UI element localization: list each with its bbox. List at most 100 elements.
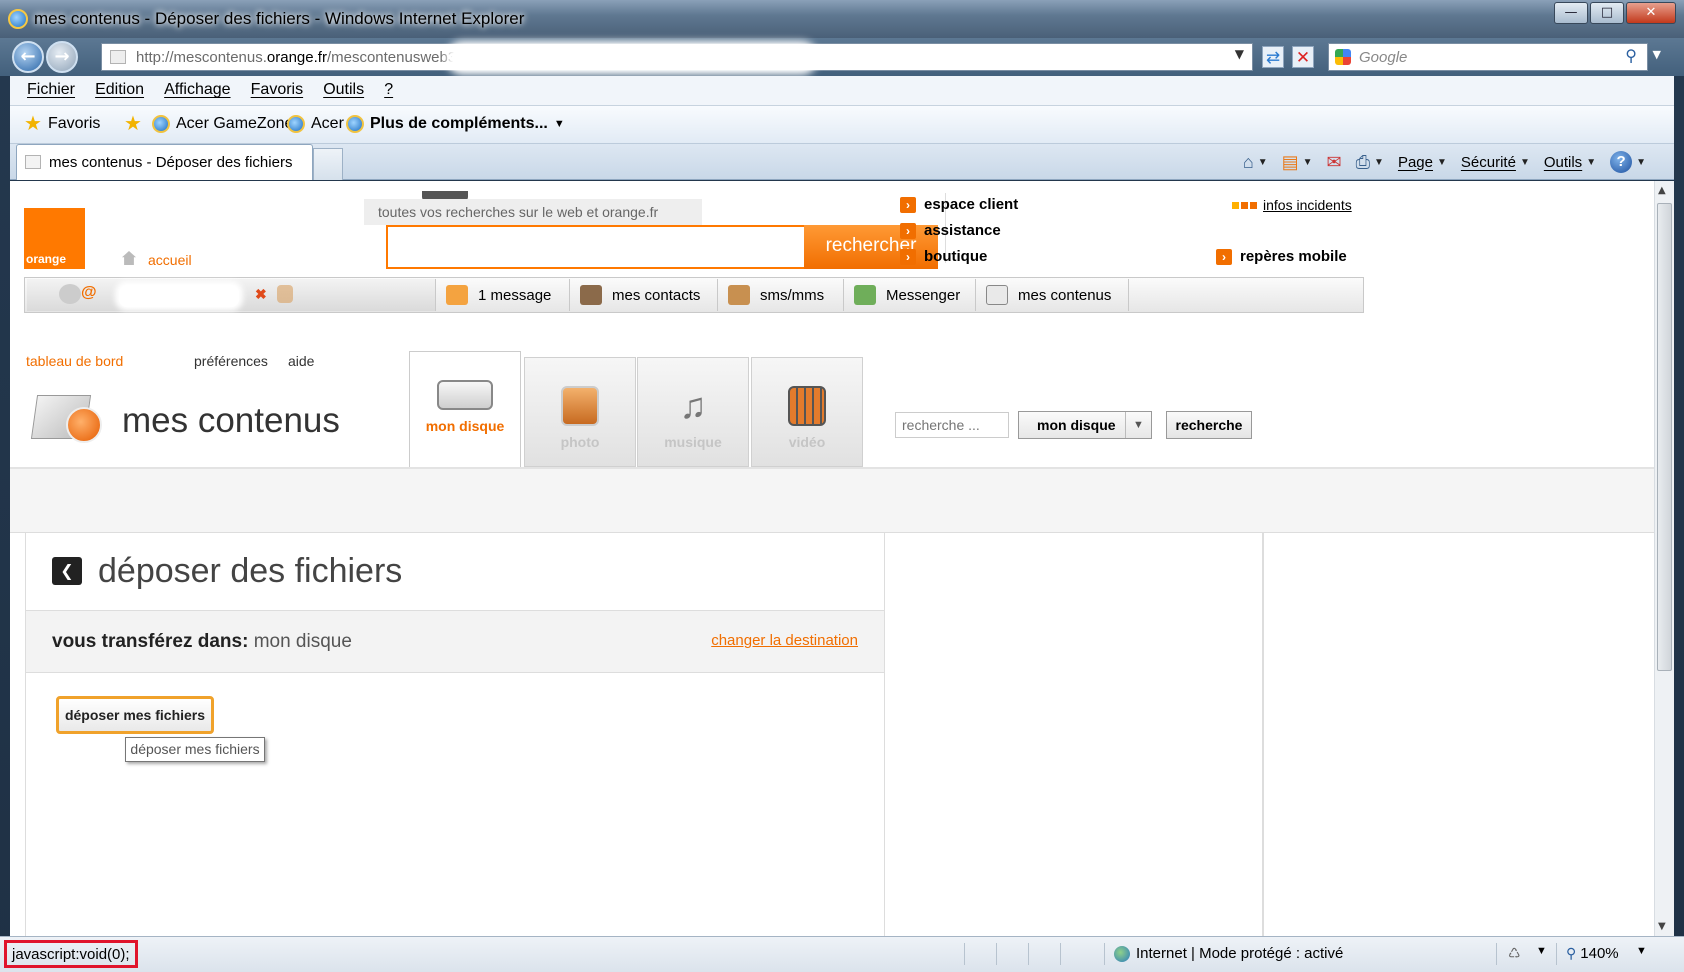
accueil-link[interactable]: accueil [148,252,192,268]
aide-link[interactable]: aide [288,353,314,369]
menu-help[interactable]: ? [384,81,393,99]
mail-icon[interactable]: ✉ [1327,152,1342,173]
home-icon[interactable]: ⌂ [1243,152,1254,173]
panel-title: déposer des fichiers [98,552,403,590]
fav-acer-gamezone-label: Acer GameZone [176,115,294,132]
vertical-scrollbar[interactable]: ▲ ▼ [1654,181,1674,936]
orange-search-input[interactable] [386,225,806,269]
tools-menu[interactable]: Outils [1544,154,1582,171]
address-book-icon [580,285,602,305]
service-contenus[interactable]: mes contenus [975,279,1129,311]
title-bar: mes contenus - Déposer des fichiers - Wi… [0,0,1684,38]
favorites-button[interactable]: ★ Favoris [24,113,101,135]
chevron-down-icon[interactable]: ▼ [1437,157,1447,168]
security-menu[interactable]: Sécurité [1461,154,1516,171]
print-icon[interactable]: ⎙ [1356,152,1370,173]
back-arrow-icon[interactable]: ❮ [52,557,82,585]
command-bar: ⌂ ▼ ▤ ▼ ✉ ⎙ ▼ Page ▼ Sécurité ▼ Outils ▼ ? ▼ [1243,151,1646,173]
forward-button[interactable]: → [46,41,78,73]
home-icon [122,251,136,265]
service-messenger[interactable]: Messenger [843,279,975,311]
assistance-label: assistance [924,222,1001,239]
tableau-de-bord-link[interactable]: tableau de bord [26,353,123,369]
service-sms-label: sms/mms [760,286,825,304]
service-sms[interactable]: sms/mms [717,279,843,311]
tab-mon-disque[interactable]: mon disque [409,351,521,467]
add-favorite-button[interactable]: ★ [124,113,142,135]
close-button[interactable]: ✕ [1626,2,1676,24]
tab-photo[interactable]: photo [524,357,636,467]
tab-mes-contenus[interactable]: mes contenus - Déposer des fichiers [16,144,313,180]
address-dropdown-icon[interactable]: ▼ [1235,47,1244,61]
favorites-bar: ★ Favoris ★ Acer GameZone Acer Plus de c… [10,106,1674,144]
fav-acer[interactable]: Acer [287,115,344,133]
scope-select[interactable]: mon disque ▼ [1018,411,1152,439]
chevron-down-icon[interactable]: ▼ [1636,157,1646,168]
back-button[interactable]: ← [12,41,44,73]
search-dropdown-icon[interactable]: ▼ [1653,48,1661,61]
destination-label: vous transférez dans: mon disque [52,631,352,653]
chevron-down-icon[interactable]: ▼ [1303,157,1313,168]
user-area: @ ✖ [27,279,435,311]
maximize-button[interactable]: □ [1590,2,1624,24]
tab-video[interactable]: vidéo [751,357,863,467]
recherche-button[interactable]: recherche [1166,411,1252,439]
menu-fichier[interactable]: Fichier [27,81,75,99]
more-addons[interactable]: Plus de compléments... ▼ [346,115,565,133]
address-url: http://mescontenus.orange.fr/mescontenus… [136,49,457,66]
search-icon[interactable]: ⚲ [1625,46,1637,65]
new-tab-button[interactable] [313,148,343,180]
assistance-link[interactable]: › assistance [900,222,1001,239]
logout-icon[interactable]: ✖ [255,286,267,303]
protected-mode-icon[interactable]: ♺ [1508,945,1521,962]
chevron-down-icon[interactable]: ▼ [1536,945,1547,957]
scroll-thumb[interactable] [1657,203,1672,671]
chevron-down-icon[interactable]: ▼ [1374,157,1384,168]
chevron-down-icon[interactable]: ▼ [1520,157,1530,168]
change-destination-link[interactable]: changer la destination [711,632,858,649]
chevron-down-icon[interactable]: ▼ [1258,157,1268,168]
gray-band [10,469,1654,533]
zoom-icon: ⚲ [1566,945,1577,961]
page-menu[interactable]: Page [1398,154,1433,171]
orange-logo[interactable]: orange [24,208,85,269]
favorites-label: Favoris [47,115,101,132]
menu-edition[interactable]: Edition [95,81,144,99]
account-lock-icon[interactable] [277,285,293,303]
menu-affichage[interactable]: Affichage [164,81,230,99]
scroll-down-icon[interactable]: ▼ [1658,921,1666,932]
minimize-button[interactable]: — [1554,2,1588,24]
boutique-link[interactable]: › boutique [900,248,987,265]
stop-icon[interactable]: ✕ [1292,46,1314,68]
refresh-icon[interactable]: ⇄ [1262,46,1284,68]
chevron-down-icon[interactable]: ▼ [1636,945,1647,957]
tab-musique[interactable]: ♫ musique [637,357,749,467]
chevron-down-icon[interactable]: ▼ [1586,157,1596,168]
star-icon: ★ [24,113,42,135]
zoom-level: 140% [1580,945,1619,962]
add-star-icon: ★ [124,113,142,135]
security-zone[interactable]: Internet | Mode protégé : activé [1114,945,1343,962]
espace-client-link[interactable]: › espace client [900,196,1018,213]
status-divider [1556,943,1557,965]
arrow-right-icon: › [900,222,916,239]
scroll-up-icon[interactable]: ▲ [1658,185,1666,196]
content-search-input[interactable] [895,412,1009,438]
fav-acer-gamezone[interactable]: Acer GameZone [152,115,293,133]
address-bar[interactable]: http://mescontenus.orange.fr/mescontenus… [101,43,1253,71]
service-messages[interactable]: 1 message [435,279,569,311]
preferences-link[interactable]: préférences [194,353,268,369]
search-box[interactable]: Google ⚲ ▼ [1328,43,1661,71]
zoom-control[interactable]: ⚲ 140% [1566,945,1619,962]
service-contacts[interactable]: mes contacts [569,279,717,311]
menu-outils[interactable]: Outils [323,81,364,99]
menu-favoris[interactable]: Favoris [251,81,303,99]
infos-incidents-link[interactable]: infos incidents [1232,197,1352,213]
chevron-down-icon[interactable]: ▼ [1125,412,1151,438]
rss-icon[interactable]: ▤ [1282,152,1299,173]
help-icon[interactable]: ? [1610,151,1633,173]
reperes-mobile-link[interactable]: › repères mobile [1216,248,1347,265]
services-bar: @ ✖ 1 message mes contacts sms/mms Messe… [24,277,1364,313]
more-addons-label: Plus de compléments... [370,115,548,132]
deposer-fichiers-button[interactable]: déposer mes fichiers [56,696,214,734]
